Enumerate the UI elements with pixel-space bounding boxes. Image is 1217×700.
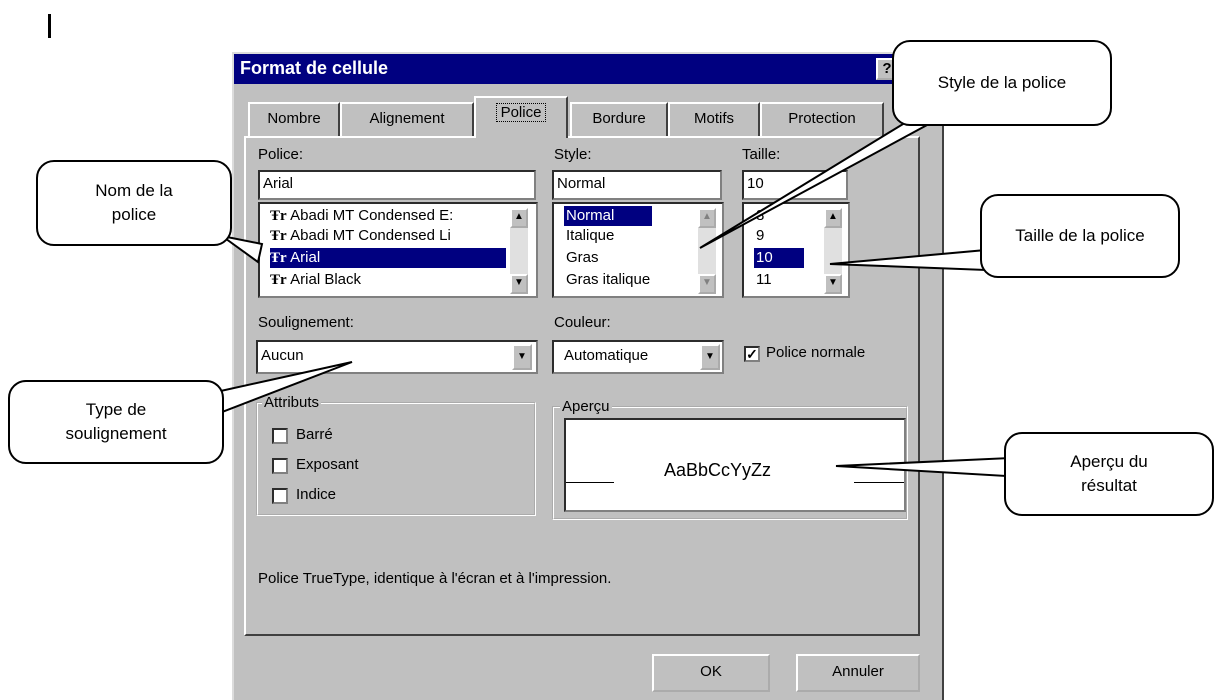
tab-protection[interactable]: Protection [760,102,884,136]
size-input[interactable]: 10 [742,170,848,200]
color-select[interactable]: Automatique [552,340,724,374]
tab-police[interactable]: Police [474,96,568,138]
truetype-icon: Ŧr [270,228,291,244]
truetype-icon: Ŧr [270,208,291,224]
size-label: Taille: [742,146,781,163]
text-cursor-mark [48,14,51,38]
ok-button[interactable]: OK [652,654,770,692]
underline-select[interactable]: Aucun [256,340,538,374]
preview-baseline-right [854,482,904,483]
chevron-down-icon[interactable]: ▼ [512,344,532,370]
normal-font-checkbox[interactable]: ✓ [744,346,760,362]
subscript-label: Indice [296,486,337,503]
scroll-down-button[interactable]: ▼ [510,274,528,294]
dialog-title: Format de cellule [240,58,389,78]
attributes-label: Attributs [262,394,322,411]
preview-baseline-left [566,482,614,483]
style-label: Style: [554,146,592,163]
strikethrough-checkbox[interactable] [272,428,288,444]
scroll-up-button[interactable]: ▲ [824,208,842,228]
callout-underline-type: Type de soulignement [8,380,224,464]
scrollbar-track[interactable] [698,228,716,274]
list-item[interactable]: 11 [756,270,772,290]
chevron-down-icon[interactable]: ▼ [700,344,720,370]
preview-box: AaBbCcYyZz [564,418,906,512]
callout-preview-result: Aperçu du résultat [1004,432,1214,516]
style-list[interactable]: Normal Italique Gras Gras italique ▲ ▼ [552,202,724,298]
list-item[interactable]: Italique [566,226,614,246]
superscript-label: Exposant [296,456,359,473]
tab-nombre[interactable]: Nombre [248,102,340,136]
scrollbar-track[interactable] [824,228,842,274]
subscript-checkbox[interactable] [272,488,288,504]
scroll-up-button[interactable]: ▲ [698,208,716,228]
list-item[interactable]: Ŧr Arial Black [270,270,361,290]
list-item-selected[interactable]: Ŧr Arial [270,248,506,268]
tab-alignement[interactable]: Alignement [340,102,474,136]
callout-font-size: Taille de la police [980,194,1180,278]
scroll-up-button[interactable]: ▲ [510,208,528,228]
tab-police-label: Police [495,103,547,122]
truetype-icon: Ŧr [270,272,291,288]
scroll-down-button[interactable]: ▼ [698,274,716,294]
list-item[interactable]: 9 [756,226,764,246]
scrollbar-track[interactable] [510,228,528,274]
normal-font-label: Police normale [766,344,866,361]
font-list[interactable]: Ŧr Abadi MT Condensed E: Ŧr Abadi MT Con… [258,202,538,298]
superscript-checkbox[interactable] [272,458,288,474]
tab-bordure[interactable]: Bordure [570,102,668,136]
truetype-icon: Ŧr [270,250,291,266]
list-item[interactable]: Gras [566,248,599,268]
scroll-down-button[interactable]: ▼ [824,274,842,294]
color-label: Couleur: [554,314,611,331]
list-item[interactable]: 8 [756,206,764,226]
preview-text: AaBbCcYyZz [664,460,772,480]
callout-font-style: Style de la police [892,40,1112,126]
font-name-input[interactable]: Arial [258,170,536,200]
underline-label: Soulignement: [258,314,354,331]
list-item[interactable]: Ŧr Abadi MT Condensed E: [270,206,453,226]
style-input[interactable]: Normal [552,170,722,200]
list-item[interactable]: Gras italique [566,270,650,290]
strikethrough-label: Barré [296,426,333,443]
truetype-info-text: Police TrueType, identique à l'écran et … [258,570,612,587]
preview-label: Aperçu [560,398,612,415]
cancel-button[interactable]: Annuler [796,654,920,692]
size-list[interactable]: 8 9 10 11 ▲ ▼ [742,202,850,298]
list-item[interactable]: Ŧr Abadi MT Condensed Li [270,226,451,246]
callout-font-name: Nom de la police [36,160,232,246]
list-item-selected[interactable]: Normal [564,206,652,226]
tab-motifs[interactable]: Motifs [668,102,760,136]
list-item-selected[interactable]: 10 [754,248,804,268]
font-label: Police: [258,146,304,163]
